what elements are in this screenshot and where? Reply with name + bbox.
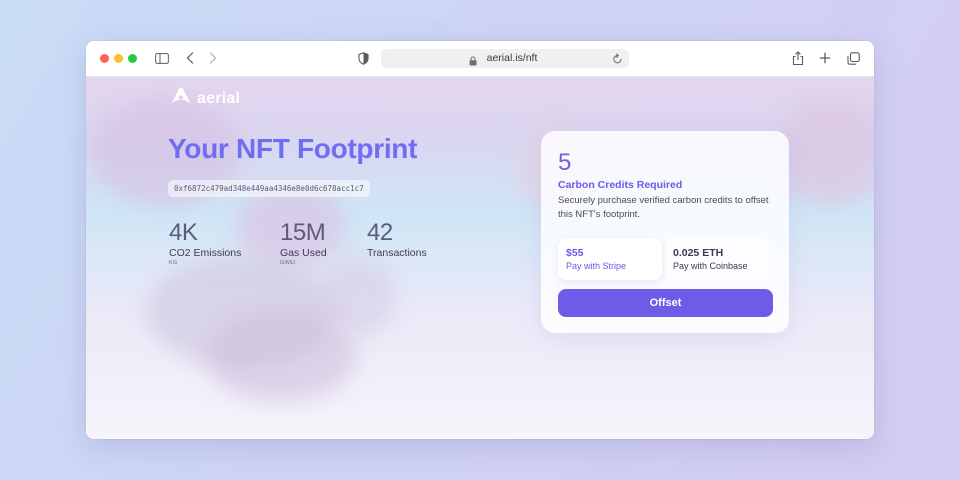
back-icon[interactable] (184, 49, 196, 67)
stat-transactions: 42 Transactions (367, 219, 427, 259)
brand-logo[interactable]: aerial (170, 87, 240, 110)
address-bar[interactable]: aerial.is/nft (381, 49, 629, 68)
payment-method: Pay with Stripe (566, 261, 627, 271)
stat-label: CO2 Emissions (169, 247, 242, 259)
share-icon[interactable] (791, 49, 805, 67)
brand-name: aerial (197, 89, 241, 107)
stat-unit: KG (169, 260, 178, 266)
stat-gas-used: 15M Gas Used GWEI (280, 219, 327, 267)
browser-window: aerial.is/nft aerial Your NFT Footprint … (86, 41, 874, 439)
offset-button[interactable]: Offset (558, 289, 773, 317)
stat-unit: GWEI (280, 260, 296, 266)
minimize-window-button[interactable] (114, 54, 123, 63)
tabs-icon[interactable] (846, 49, 860, 67)
browser-toolbar: aerial.is/nft (86, 41, 874, 77)
card-description: Securely purchase verified carbon credit… (558, 195, 769, 220)
new-tab-icon[interactable] (818, 49, 832, 67)
stat-label: Transactions (367, 247, 427, 259)
sidebar-icon[interactable] (154, 49, 170, 67)
page-content: aerial Your NFT Footprint 0xf6872c479ad3… (86, 77, 874, 439)
payment-amount: $55 (566, 247, 584, 259)
close-window-button[interactable] (100, 54, 109, 63)
credits-label: Carbon Credits Required (558, 179, 683, 191)
pay-with-stripe-option[interactable]: $55 Pay with Stripe (558, 238, 662, 280)
forward-icon[interactable] (207, 49, 219, 67)
offset-card: 5 Carbon Credits Required Securely purch… (541, 131, 789, 333)
pay-with-coinbase-option[interactable]: 0.025 ETH Pay with Coinbase (665, 238, 769, 280)
payment-amount: 0.025 ETH (673, 247, 724, 259)
stat-value: 15M (280, 219, 326, 246)
payment-method: Pay with Coinbase (673, 261, 748, 271)
stat-value: 4K (169, 219, 198, 246)
cloud-decoration (316, 257, 396, 337)
shield-icon[interactable] (356, 49, 370, 67)
wallet-hash: 0xf6872c479ad348e449aa4346e8e0d6c678acc1… (168, 180, 370, 197)
zoom-window-button[interactable] (128, 54, 137, 63)
stat-co2-emissions: 4K CO2 Emissions KG (169, 219, 241, 267)
cloud-decoration (776, 97, 874, 207)
reload-icon[interactable] (612, 52, 623, 70)
credits-count: 5 (558, 149, 572, 176)
address-url: aerial.is/nft (486, 52, 538, 64)
aerial-logo-icon (170, 87, 192, 110)
stat-label: Gas Used (280, 247, 327, 259)
stat-value: 42 (367, 219, 393, 246)
page-title: Your NFT Footprint (168, 133, 418, 164)
